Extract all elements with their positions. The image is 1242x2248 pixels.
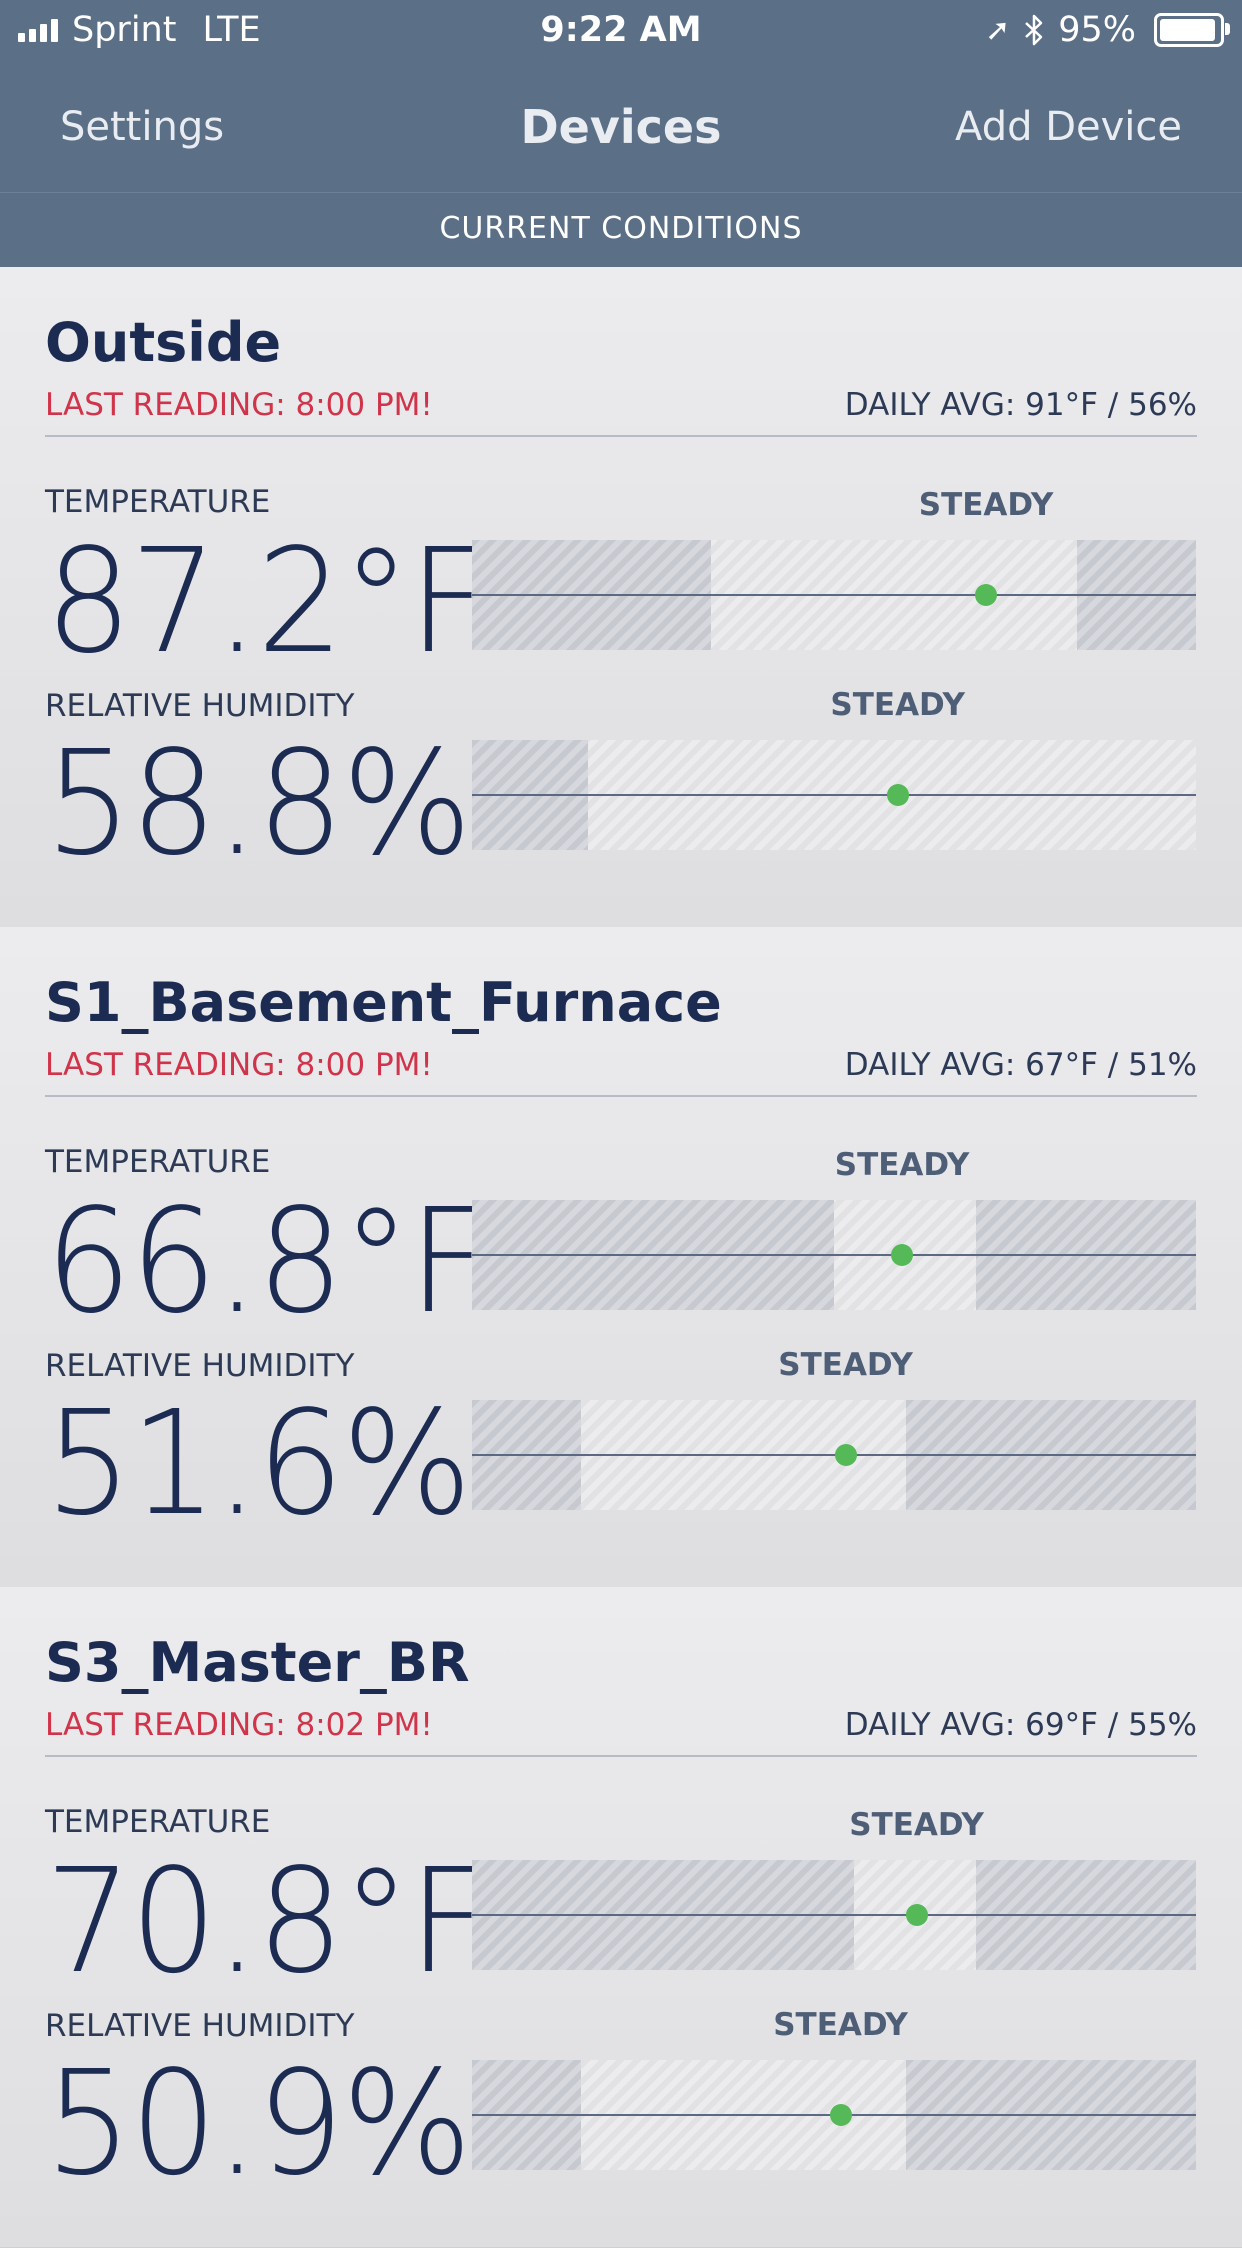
divider: [45, 1095, 1197, 1097]
daily-average: DAILY AVG: 69°F / 55%: [844, 1707, 1197, 1743]
temperature-range-gauge: [472, 1200, 1196, 1310]
last-reading-warning: LAST READING: 8:00 PM!: [45, 1047, 433, 1083]
daily-average: DAILY AVG: 67°F / 51%: [844, 1047, 1197, 1083]
navigation-bar: Settings Devices Add Device: [0, 64, 1242, 192]
device-card[interactable]: S1_Basement_Furnace LAST READING: 8:00 P…: [0, 927, 1242, 1588]
device-name: S3_Master_BR: [45, 1631, 470, 1694]
top-bar: Sprint LTE 9:22 AM ➚ 95% Settings Device…: [0, 0, 1242, 267]
current-conditions-header: CURRENT CONDITIONS: [0, 192, 1242, 268]
temperature-value: 66.8°F: [45, 1177, 487, 1345]
temperature-trend: STEADY: [834, 1147, 970, 1183]
device-name: Outside: [45, 311, 282, 374]
device-name: S1_Basement_Furnace: [45, 971, 722, 1034]
humidity-value: 58.8%: [45, 719, 472, 887]
temperature-trend: STEADY: [918, 487, 1054, 523]
humidity-value: 51.6%: [45, 1379, 472, 1547]
battery-percent: 95%: [1058, 10, 1136, 50]
gauge-track: [472, 594, 1196, 596]
humidity-value: 50.9%: [45, 2039, 472, 2207]
bluetooth-icon: [1025, 14, 1043, 46]
last-reading-warning: LAST READING: 8:00 PM!: [45, 387, 433, 423]
divider: [45, 1755, 1197, 1757]
humidity-range-gauge: [472, 740, 1196, 850]
temperature-range-gauge: [472, 540, 1196, 650]
current-level-indicator: [829, 2104, 852, 2126]
humidity-range-gauge: [472, 1400, 1196, 1510]
current-level-indicator: [891, 1244, 914, 1266]
humidity-trend: STEADY: [773, 2007, 908, 2043]
temperature-trend: STEADY: [849, 1807, 984, 1843]
device-card[interactable]: S3_Master_BR LAST READING: 8:02 PM! DAIL…: [0, 1587, 1242, 2248]
temperature-value: 87.2°F: [45, 517, 487, 685]
add-device-button[interactable]: Add Device: [955, 104, 1182, 150]
temperature-label: TEMPERATURE: [45, 1804, 271, 1840]
current-level-indicator: [905, 1904, 928, 1926]
humidity-trend: STEADY: [778, 1347, 913, 1383]
location-arrow-icon: ➚: [985, 12, 1011, 48]
gauge-track: [472, 794, 1196, 796]
current-level-indicator: [975, 584, 998, 606]
temperature-label: TEMPERATURE: [45, 484, 271, 520]
status-bar: Sprint LTE 9:22 AM ➚ 95%: [0, 0, 1242, 64]
status-right: ➚ 95%: [985, 10, 1230, 50]
gauge-track: [472, 1914, 1196, 1916]
gauge-track: [472, 1254, 1196, 1256]
daily-average: DAILY AVG: 91°F / 56%: [844, 387, 1197, 423]
device-card[interactable]: Outside LAST READING: 8:00 PM! DAILY AVG…: [0, 267, 1242, 928]
temperature-range-gauge: [472, 1860, 1196, 1970]
temperature-label: TEMPERATURE: [45, 1144, 271, 1180]
current-level-indicator: [834, 1444, 857, 1466]
last-reading-warning: LAST READING: 8:02 PM!: [45, 1707, 433, 1743]
battery-icon: [1154, 13, 1230, 47]
current-level-indicator: [886, 784, 909, 806]
divider: [45, 435, 1197, 437]
humidity-range-gauge: [472, 2060, 1196, 2170]
temperature-value: 70.8°F: [45, 1837, 487, 2005]
humidity-trend: STEADY: [830, 687, 965, 723]
